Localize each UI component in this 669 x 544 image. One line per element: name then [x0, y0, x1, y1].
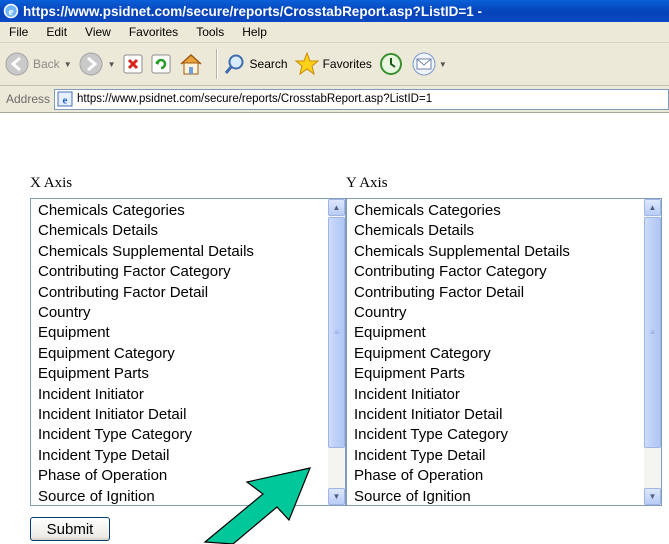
menu-edit[interactable]: Edit — [37, 25, 76, 39]
y-axis-scrollbar[interactable]: ▲ ≡ ▼ — [644, 199, 661, 505]
stop-icon — [123, 54, 143, 74]
y-option[interactable]: Incident Type Category — [354, 425, 661, 445]
toolbar: Back ▼ ▼ Search Favorites ▼ — [0, 43, 669, 86]
back-arrow-icon — [5, 52, 29, 76]
x-option[interactable]: Incident Initiator — [38, 385, 345, 405]
stop-button[interactable] — [122, 53, 144, 75]
y-option[interactable]: Equipment Category — [354, 344, 661, 364]
address-bar: Address e https://www.psidnet.com/secure… — [0, 86, 669, 113]
y-option[interactable]: Chemicals Categories — [354, 201, 661, 221]
search-label: Search — [249, 57, 288, 71]
svg-text:e: e — [63, 95, 68, 107]
home-button[interactable] — [178, 52, 204, 76]
x-option[interactable]: Country — [38, 303, 345, 323]
x-axis-scrollbar[interactable]: ▲ ≡ ▼ — [328, 199, 345, 505]
favorites-button[interactable]: Favorites — [294, 51, 372, 77]
favorites-label: Favorites — [322, 57, 372, 71]
x-option[interactable]: Chemicals Supplemental Details — [38, 242, 345, 262]
x-option[interactable]: Equipment Category — [38, 344, 345, 364]
y-option[interactable]: Incident Type Detail — [354, 446, 661, 466]
window-title: https://www.psidnet.com/secure/reports/C… — [23, 3, 482, 19]
mail-dropdown-icon[interactable]: ▼ — [439, 60, 447, 69]
y-option[interactable]: Incident Initiator — [354, 385, 661, 405]
svg-text:e: e — [9, 6, 14, 18]
x-option[interactable]: Contributing Factor Category — [38, 262, 345, 282]
scroll-down-icon[interactable]: ▼ — [644, 488, 661, 505]
x-option[interactable]: Incident Initiator Detail — [38, 405, 345, 425]
scroll-thumb[interactable]: ≡ — [328, 217, 345, 448]
x-option[interactable]: Chemicals Details — [38, 221, 345, 241]
search-button[interactable]: Search — [223, 52, 288, 76]
y-option[interactable]: Phase of Operation — [354, 466, 661, 486]
address-url: https://www.psidnet.com/secure/reports/C… — [77, 93, 433, 105]
y-axis-options: Chemicals Categories Chemicals Details Che… — [347, 199, 661, 505]
search-icon — [224, 54, 244, 74]
back-button[interactable]: Back ▼ — [4, 51, 72, 77]
toolbar-separator — [215, 49, 217, 79]
history-icon — [379, 53, 402, 75]
back-dropdown-icon[interactable]: ▼ — [64, 60, 72, 69]
address-label: Address — [6, 92, 51, 106]
history-button[interactable] — [378, 51, 404, 77]
refresh-icon — [151, 54, 171, 74]
x-option[interactable]: Equipment Parts — [38, 364, 345, 384]
x-option[interactable]: Contributing Factor Detail — [38, 283, 345, 303]
scroll-thumb[interactable]: ≡ — [644, 217, 661, 448]
forward-arrow-icon — [79, 52, 103, 76]
y-axis-label: Y Axis — [346, 175, 388, 191]
scroll-down-icon[interactable]: ▼ — [328, 488, 345, 505]
y-option[interactable]: Country — [354, 303, 661, 323]
menu-help[interactable]: Help — [233, 25, 276, 39]
mail-icon — [412, 52, 436, 76]
ie-logo-icon: e — [3, 3, 19, 19]
menu-view[interactable]: View — [76, 25, 120, 39]
y-option[interactable]: Contributing Factor Category — [354, 262, 661, 282]
favorites-star-icon — [294, 51, 319, 76]
address-input[interactable]: e https://www.psidnet.com/secure/reports… — [54, 88, 669, 110]
submit-button[interactable]: Submit — [30, 517, 110, 541]
refresh-button[interactable] — [150, 53, 172, 75]
annotation-arrow-icon — [203, 467, 311, 544]
x-option[interactable]: Chemicals Categories — [38, 201, 345, 221]
page-content: X Axis Y Axis Chemicals Categories Chemic… — [0, 113, 669, 544]
forward-dropdown-icon[interactable]: ▼ — [108, 60, 116, 69]
window-titlebar: e https://www.psidnet.com/secure/reports… — [0, 0, 669, 22]
mail-button[interactable]: ▼ — [410, 51, 447, 77]
page-icon: e — [57, 91, 73, 107]
menu-tools[interactable]: Tools — [187, 25, 233, 39]
y-option[interactable]: Equipment — [354, 323, 661, 343]
back-label: Back — [33, 57, 60, 71]
menu-bar: File Edit View Favorites Tools Help — [0, 22, 669, 43]
x-axis-label: X Axis — [30, 175, 73, 191]
home-icon — [180, 53, 202, 75]
scroll-up-icon[interactable]: ▲ — [644, 199, 661, 216]
forward-button[interactable]: ▼ — [78, 51, 116, 77]
scroll-up-icon[interactable]: ▲ — [328, 199, 345, 216]
y-option[interactable]: Chemicals Supplemental Details — [354, 242, 661, 262]
y-axis-listbox[interactable]: Chemicals Categories Chemicals Details Che… — [346, 198, 662, 506]
menu-file[interactable]: File — [0, 25, 37, 39]
x-option[interactable]: Incident Type Category — [38, 425, 345, 445]
y-option[interactable]: Equipment Parts — [354, 364, 661, 384]
x-option[interactable]: Equipment — [38, 323, 345, 343]
y-option[interactable]: Contributing Factor Detail — [354, 283, 661, 303]
y-option[interactable]: Incident Initiator Detail — [354, 405, 661, 425]
menu-favorites[interactable]: Favorites — [120, 25, 187, 39]
y-option[interactable]: Source of Ignition — [354, 487, 661, 505]
y-option[interactable]: Chemicals Details — [354, 221, 661, 241]
